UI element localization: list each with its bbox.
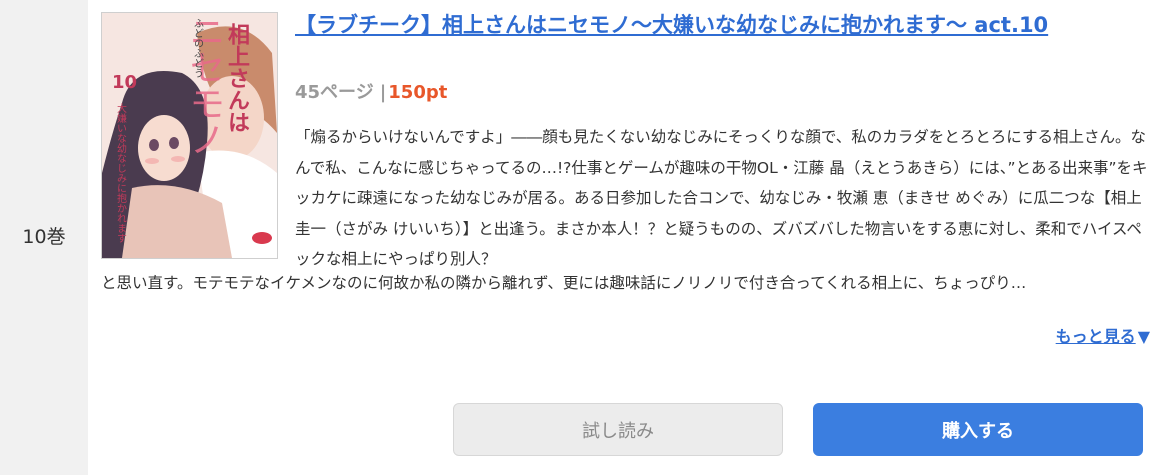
- book-cover-image[interactable]: 相上さんは ニセモノ ふどのふどう 10 大嫌いな幼なじみに抱かれます: [101, 12, 278, 259]
- book-description-top: 「煽るからいけないんですよ」――顔も見たくない幼なじみにそっくりな顔で、私のカラ…: [295, 128, 1148, 268]
- more-link[interactable]: もっと見る ▼: [1056, 323, 1150, 347]
- book-meta: 45ページ | 150pt: [295, 78, 447, 104]
- buy-button[interactable]: 購入する: [813, 403, 1143, 456]
- chevron-down-icon: ▼: [1137, 327, 1150, 346]
- price-label: 150pt: [388, 82, 448, 103]
- cover-title-text: 相上さんは: [224, 23, 250, 133]
- book-description-bottom: と思い直す。モテモテなイケメンなのに何故か私の隣から離れず、更には趣味話にノリノ…: [101, 274, 1027, 292]
- book-title-link[interactable]: 【ラブチーク】相上さんはニセモノ～大嫌いな幼なじみに抱かれます～ act.10: [295, 10, 1095, 40]
- volume-column: 10巻: [0, 0, 88, 475]
- trial-read-button[interactable]: 試し読み: [453, 403, 783, 456]
- cover-subtitle-text: 大嫌いな幼なじみに抱かれます: [115, 102, 127, 243]
- volume-label: 10巻: [22, 226, 66, 248]
- cover-title-big: ニセモノ: [184, 13, 225, 157]
- page-count: 45ページ: [295, 82, 374, 103]
- more-link-label: もっと見る: [1055, 327, 1136, 346]
- meta-separator: |: [379, 82, 387, 103]
- volume-row: 10巻 相上さんは ニセモノ ふどのふどう 10 大嫌いな幼なじみに抱かれます …: [0, 0, 1162, 475]
- cover-author-text: ふどのふどう: [192, 18, 204, 78]
- cover-volume-number: 10: [112, 72, 137, 93]
- cover-art: 相上さんは ニセモノ ふどのふどう 10 大嫌いな幼なじみに抱かれます: [102, 13, 277, 258]
